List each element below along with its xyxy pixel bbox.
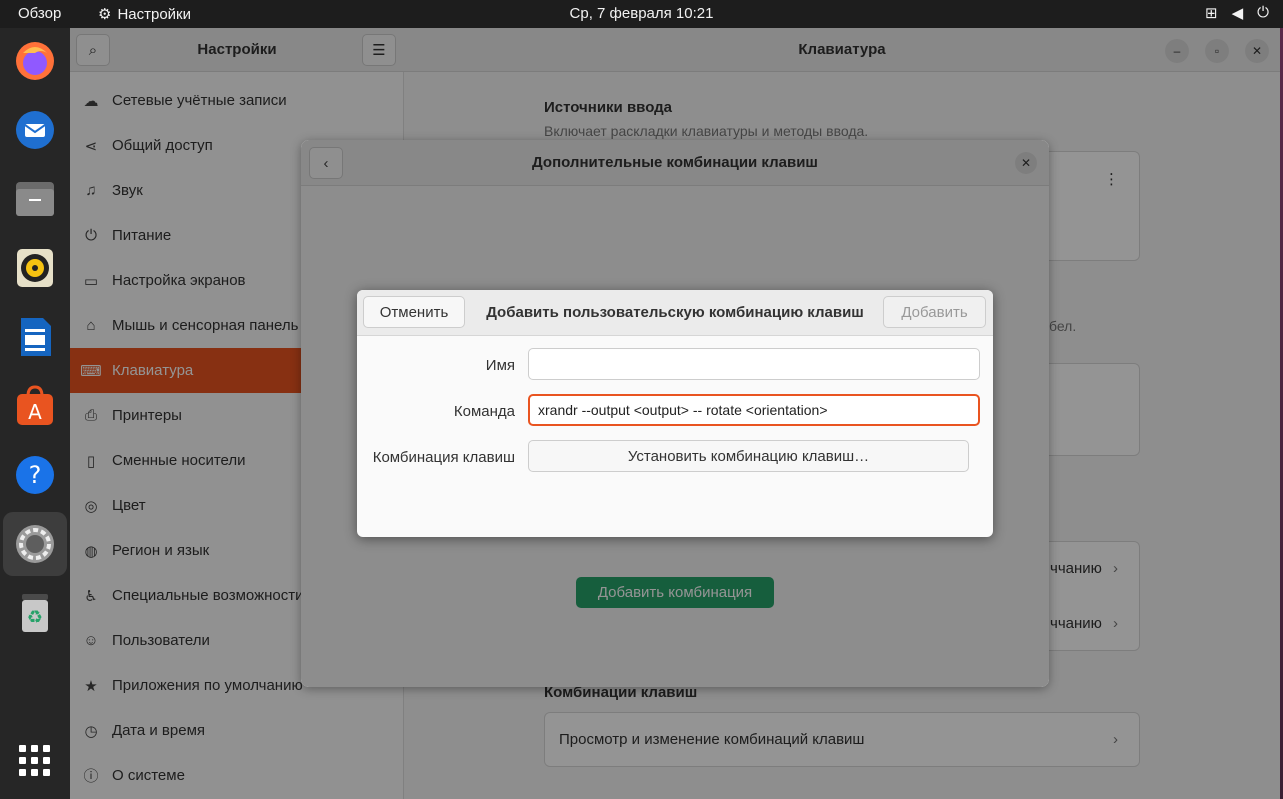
top-bar: Обзор ⚙ Настройки Ср, 7 февраля 10:21 ⊞ …: [0, 0, 1283, 28]
svg-text:?: ?: [29, 461, 42, 489]
power-icon[interactable]: ⏻: [1257, 4, 1269, 22]
network-icon[interactable]: ⊞: [1205, 4, 1218, 22]
shortcut-label: Комбинация клавиш: [372, 449, 515, 466]
rhythmbox-icon[interactable]: [10, 243, 60, 293]
add-button[interactable]: Добавить: [883, 296, 986, 328]
svg-text:A: A: [28, 400, 42, 424]
name-field[interactable]: [528, 348, 980, 380]
command-field[interactable]: xrandr --output <output> -- rotate <orie…: [528, 394, 980, 426]
files-icon[interactable]: [10, 174, 60, 224]
modal-header: Отменить Добавить пользовательскую комби…: [357, 290, 993, 336]
add-shortcut-modal: Отменить Добавить пользовательскую комби…: [357, 290, 993, 537]
set-shortcut-button[interactable]: Установить комбинацию клавиш…: [528, 440, 969, 472]
svg-text:♻: ♻: [27, 607, 43, 628]
clock[interactable]: Ср, 7 февраля 10:21: [0, 5, 1283, 22]
dock: A ? ♻: [0, 28, 70, 799]
command-label: Команда: [453, 403, 515, 420]
thunderbird-icon[interactable]: [10, 105, 60, 155]
writer-icon[interactable]: [10, 312, 60, 362]
trash-icon[interactable]: ♻: [10, 587, 60, 637]
help-icon[interactable]: ?: [10, 450, 60, 500]
volume-icon[interactable]: ◀: [1232, 4, 1244, 22]
settings-icon[interactable]: [3, 512, 67, 576]
software-icon[interactable]: A: [10, 381, 60, 431]
system-tray[interactable]: ⊞ ◀ ⏻: [1205, 4, 1269, 22]
apps-grid-icon[interactable]: [10, 736, 60, 786]
firefox-icon[interactable]: [10, 36, 60, 86]
name-label: Имя: [485, 357, 515, 374]
